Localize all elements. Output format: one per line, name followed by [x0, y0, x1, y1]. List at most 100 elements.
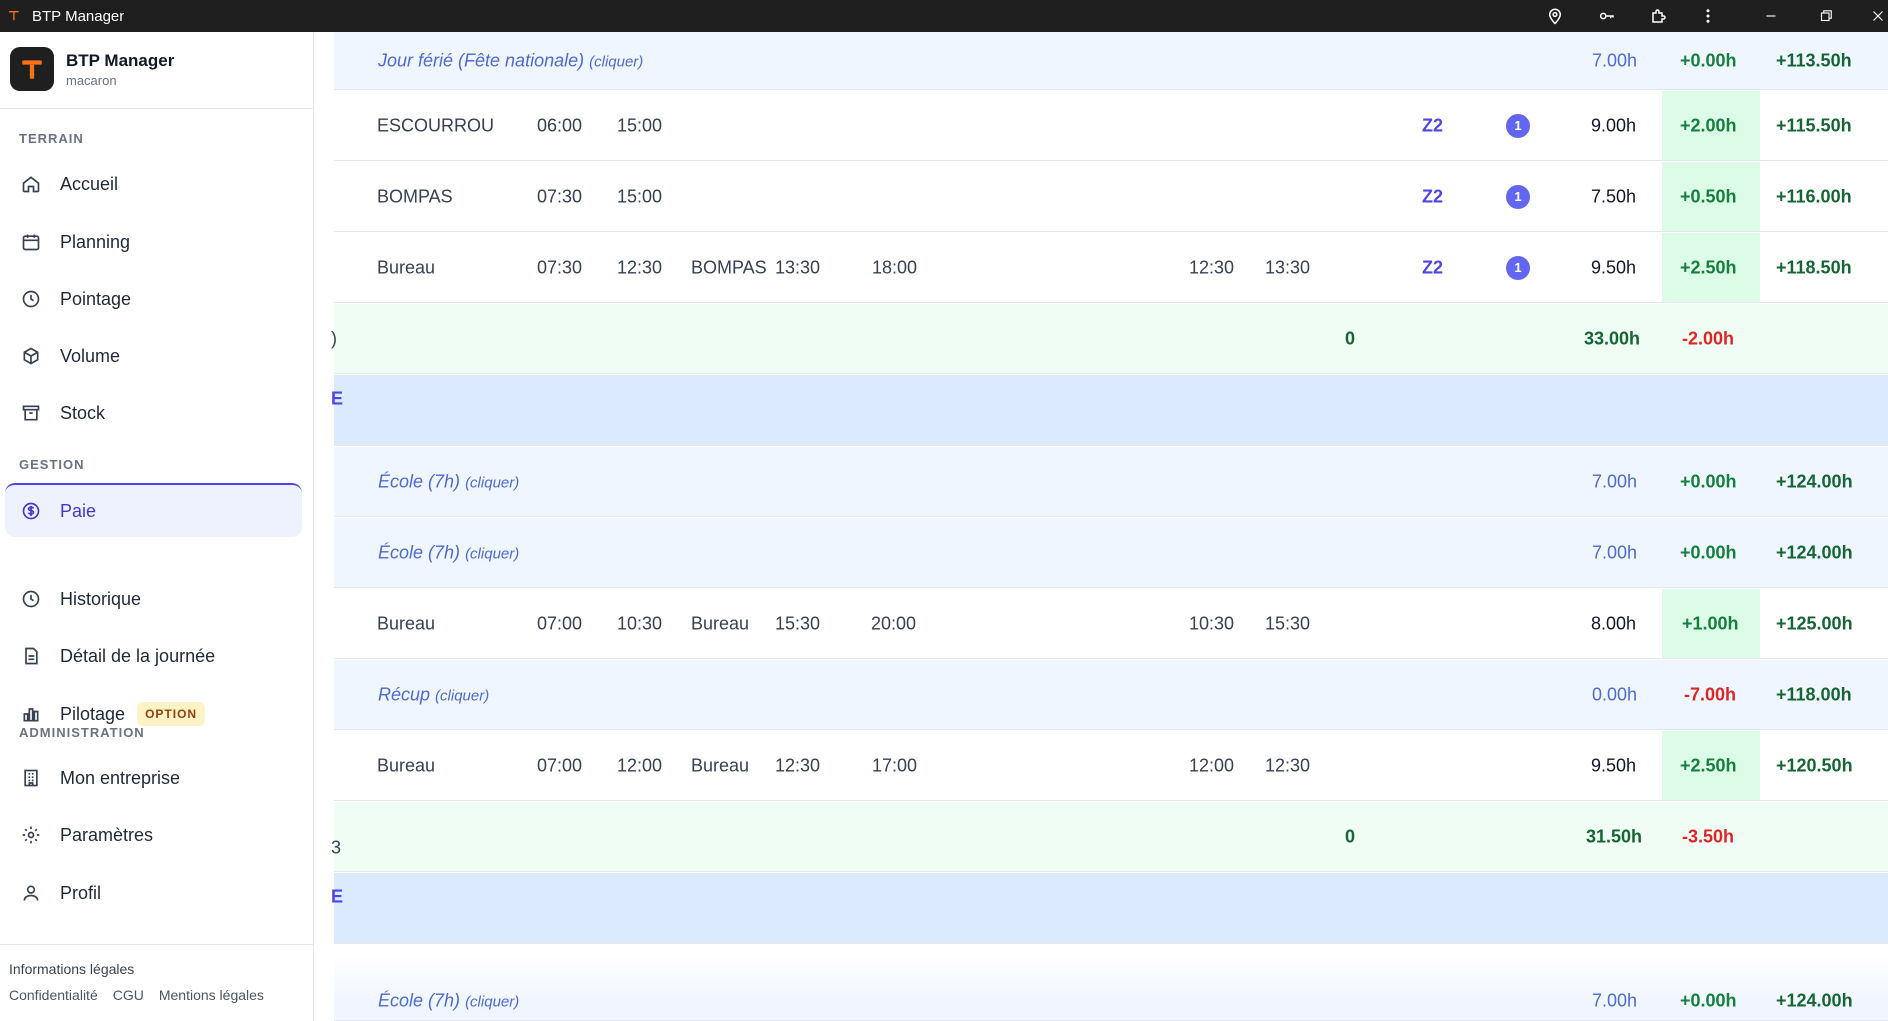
- table-row-week-total: 3 0 31.50h -3.50h: [331, 802, 1888, 872]
- table-row-work[interactable]: Bureau 07:00 12:00 Bureau 12:30 17:00 12…: [334, 731, 1888, 801]
- holiday-label[interactable]: École (7h) (cliquer): [378, 471, 519, 492]
- table-row-work[interactable]: Bureau 07:00 10:30 Bureau 15:30 20:00 10…: [334, 589, 1888, 659]
- table-row-work[interactable]: BOMPAS 07:30 15:00 Z2 1 7.50h +0.50h +11…: [334, 162, 1888, 232]
- delta-cell: +0.00h: [1680, 542, 1737, 562]
- start-time-cell: 07:00: [537, 613, 583, 633]
- end-time-cell: 15:00: [617, 186, 663, 206]
- hours-cell: 8.00h: [1591, 613, 1637, 633]
- site-cell: ESCOURROU: [377, 115, 495, 135]
- link-confidentialite[interactable]: Confidentialité: [9, 987, 98, 1003]
- link-mentions-legales[interactable]: Mentions légales: [159, 987, 264, 1003]
- holiday-label[interactable]: École (7h) (cliquer): [378, 542, 519, 563]
- holiday-label[interactable]: École (7h) (cliquer): [378, 991, 519, 1012]
- delta-cell: +0.50h: [1680, 186, 1737, 206]
- restore-icon[interactable]: [1806, 0, 1846, 32]
- close-icon[interactable]: [1858, 0, 1888, 32]
- sidebar-item-detail-journee[interactable]: Détail de la journée: [5, 629, 302, 683]
- delta-cell: +1.00h: [1682, 613, 1739, 633]
- end-time-cell: 12:30: [617, 257, 663, 277]
- map-pin-icon[interactable]: [1535, 0, 1575, 32]
- brand-name: BTP Manager: [66, 50, 175, 70]
- section-label-gestion: GESTION: [19, 457, 85, 472]
- site2-cell: BOMPAS: [691, 257, 767, 277]
- payroll-table: Jour férié (Fête nationale) (cliquer) 7.…: [314, 32, 1888, 1021]
- sidebar-item-historique[interactable]: Historique: [5, 572, 302, 626]
- end-time-cell: 15:00: [617, 115, 663, 135]
- link-cgu[interactable]: CGU: [113, 987, 144, 1003]
- table-row-holiday[interactable]: École (7h) (cliquer) 7.00h +0.00h +124.0…: [334, 945, 1888, 1021]
- box-icon: [20, 345, 42, 367]
- settings-icon: [20, 824, 42, 846]
- table-row-holiday[interactable]: École (7h) (cliquer) 7.00h +0.00h +124.0…: [334, 518, 1888, 588]
- building-icon: [20, 767, 42, 789]
- title-bar: ⊤ BTP Manager: [0, 0, 1888, 32]
- sidebar-item-profil[interactable]: Profil: [5, 866, 302, 920]
- minimize-icon[interactable]: [1751, 0, 1791, 32]
- home-icon: [20, 173, 42, 195]
- cumul-cell: +116.00h: [1776, 186, 1852, 206]
- start-time-cell: 07:30: [537, 186, 583, 206]
- delta-cell: +2.50h: [1680, 257, 1737, 277]
- start2-time-cell: 13:30: [775, 257, 821, 277]
- file-icon: [20, 645, 42, 667]
- sidebar-item-pointage[interactable]: Pointage: [5, 272, 302, 326]
- start-time-cell: 06:00: [537, 115, 583, 135]
- sidebar-item-label: Profil: [60, 882, 102, 903]
- edge-text: ): [331, 328, 337, 348]
- sidebar-item-accueil[interactable]: Accueil: [5, 157, 302, 211]
- key-icon[interactable]: [1587, 0, 1627, 32]
- dollar-circle-icon: [20, 500, 42, 522]
- sidebar-item-label: Mon entreprise: [60, 767, 181, 788]
- site2-cell: Bureau: [691, 755, 750, 775]
- cumul-cell: +124.00h: [1776, 542, 1853, 562]
- option-badge: OPTION: [137, 702, 206, 726]
- edge-text: 3: [331, 837, 342, 858]
- total-delta: -2.00h: [1682, 328, 1735, 348]
- app-icon: ⊤: [8, 8, 20, 23]
- table-row-holiday[interactable]: Jour férié (Fête nationale) (cliquer) 7.…: [334, 32, 1888, 90]
- site-cell: Bureau: [377, 257, 436, 277]
- count-badge: 1: [1506, 255, 1530, 280]
- sidebar-item-label: Planning: [60, 231, 131, 252]
- cumul-cell: +113.50h: [1776, 50, 1852, 70]
- table-row-holiday[interactable]: École (7h) (cliquer) 7.00h +0.00h +124.0…: [334, 447, 1888, 517]
- archive-icon: [20, 402, 42, 424]
- clock-icon: [20, 288, 42, 310]
- cumul-cell: +124.00h: [1776, 471, 1853, 491]
- holiday-label[interactable]: Récup (cliquer): [378, 684, 489, 705]
- more-vertical-icon[interactable]: [1688, 0, 1728, 32]
- table-row-week-header: E: [331, 873, 1888, 944]
- total-delta: -3.50h: [1682, 826, 1735, 846]
- sidebar-item-mon-entreprise[interactable]: Mon entreprise: [5, 751, 302, 805]
- extension-icon[interactable]: [1639, 0, 1679, 32]
- history-icon: [20, 588, 42, 610]
- sidebar-item-label: Volume: [60, 345, 121, 366]
- delta-cell: +0.00h: [1680, 990, 1737, 1011]
- sidebar-item-stock[interactable]: Stock: [5, 386, 302, 440]
- window-title: BTP Manager: [32, 7, 125, 25]
- start-time-cell: 07:00: [537, 755, 583, 775]
- hours-cell: 9.50h: [1591, 755, 1637, 775]
- sidebar-item-planning[interactable]: Planning: [5, 215, 302, 269]
- cumul-cell: +118.50h: [1776, 257, 1852, 277]
- pause-start-cell: 12:00: [1189, 755, 1235, 775]
- sidebar: BTP Manager macaron TERRAIN Accueil Plan…: [0, 32, 314, 1021]
- sidebar-item-paie[interactable]: Paie: [5, 483, 302, 537]
- table-row-holiday[interactable]: Récup (cliquer) 0.00h -7.00h +118.00h: [334, 660, 1888, 730]
- sidebar-item-volume[interactable]: Volume: [5, 329, 302, 383]
- table-row-work[interactable]: Bureau 07:30 12:30 BOMPAS 13:30 18:00 12…: [334, 233, 1888, 303]
- count-badge: 1: [1506, 113, 1530, 138]
- delta-cell: +0.00h: [1680, 50, 1737, 70]
- holiday-label[interactable]: Jour férié (Fête nationale) (cliquer): [378, 50, 643, 71]
- start-time-cell: 07:30: [537, 257, 583, 277]
- sidebar-item-parametres[interactable]: Paramètres: [5, 808, 302, 862]
- pause-end-cell: 12:30: [1265, 755, 1311, 775]
- delta-cell: +2.00h: [1680, 115, 1737, 135]
- pause-end-cell: 13:30: [1265, 257, 1311, 277]
- site-cell: Bureau: [377, 613, 436, 633]
- pause-start-cell: 12:30: [1189, 257, 1235, 277]
- delta-cell: -7.00h: [1684, 684, 1737, 704]
- hours-cell: 9.00h: [1591, 115, 1637, 135]
- table-row-work[interactable]: ESCOURROU 06:00 15:00 Z2 1 9.00h +2.00h …: [334, 91, 1888, 161]
- brand[interactable]: BTP Manager macaron: [10, 47, 174, 91]
